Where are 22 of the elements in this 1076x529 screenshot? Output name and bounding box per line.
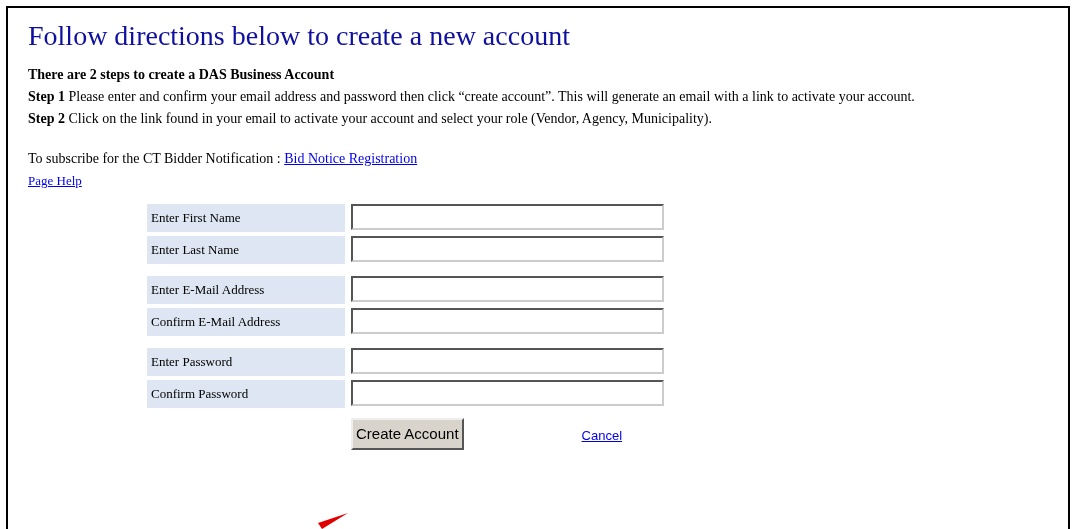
input-field[interactable] — [351, 204, 664, 230]
step-text: Step 1 Please enter and confirm your email address and password then click “create account”. This will generate an email with a link to activate your account. — [28, 88, 916, 106]
arrow-icon — [318, 513, 348, 529]
bid-notice-link[interactable]: Bid Notice Registration — [284, 151, 418, 166]
create-account-button[interactable]: Create Account — [351, 418, 464, 450]
step-text: Step 2 Click on the link found in your email to activate your account and select your role (Vendor, Agency, Municipality). — [28, 110, 713, 128]
input-field[interactable] — [351, 348, 664, 374]
field-label: Enter Last Name — [147, 236, 345, 264]
page-title: Follow directions below to create a new account — [28, 19, 571, 53]
page-help-link[interactable]: Page Help — [28, 173, 82, 188]
intro-heading: There are 2 steps to create a DAS Business Account — [28, 66, 336, 84]
cancel-link[interactable]: Cancel — [581, 426, 623, 446]
input-field[interactable] — [351, 308, 664, 334]
field-label: Confirm Password — [147, 380, 345, 408]
field-label: Enter Password — [147, 348, 345, 376]
input-field[interactable] — [351, 276, 664, 302]
field-label: Confirm E-Mail Address — [147, 308, 345, 336]
input-field[interactable] — [351, 380, 664, 406]
field-label: Enter First Name — [147, 204, 345, 232]
input-field[interactable] — [351, 236, 664, 262]
subscribe-text: To subscribe for the CT Bidder Notification : — [28, 151, 281, 166]
field-label: Enter E-Mail Address — [147, 276, 345, 304]
